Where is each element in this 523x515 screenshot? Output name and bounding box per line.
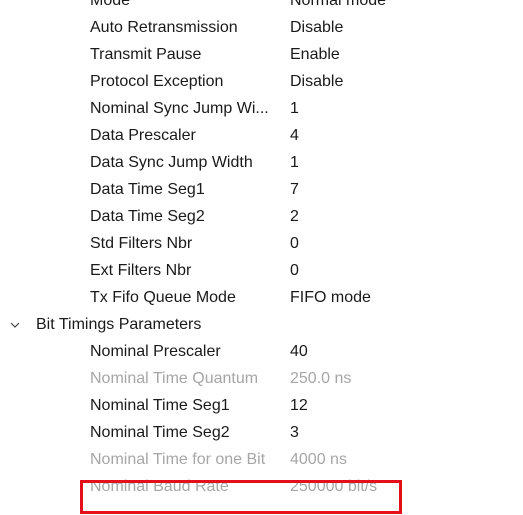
param-name: Data Time Seg1 xyxy=(90,181,205,198)
param-row-protocol-exception[interactable]: Protocol Exception Disable xyxy=(0,68,523,95)
param-name: Nominal Time Seg1 xyxy=(90,397,230,414)
param-row-std-filters-nbr[interactable]: Std Filters Nbr 0 xyxy=(0,230,523,257)
param-name: Std Filters Nbr xyxy=(90,235,193,252)
param-row-mode[interactable]: Mode Normal mode xyxy=(0,0,523,14)
param-name: Ext Filters Nbr xyxy=(90,262,192,279)
param-value[interactable]: FIFO mode xyxy=(290,284,371,311)
param-row-nominal-baud-rate: Nominal Baud Rate 250000 bit/s xyxy=(0,473,523,500)
param-value: 4000 ns xyxy=(290,451,347,468)
parameter-settings-panel: Mode Normal mode Auto Retransmission Dis… xyxy=(0,0,523,500)
param-name: Nominal Baud Rate xyxy=(90,478,229,495)
param-name: Auto Retransmission xyxy=(90,19,238,36)
param-value[interactable]: 40 xyxy=(290,338,308,365)
param-name: Transmit Pause xyxy=(90,46,202,63)
param-row-data-time-seg2[interactable]: Data Time Seg2 2 xyxy=(0,203,523,230)
param-row-auto-retransmission[interactable]: Auto Retransmission Disable xyxy=(0,14,523,41)
param-row-data-time-seg1[interactable]: Data Time Seg1 7 xyxy=(0,176,523,203)
param-value[interactable]: 7 xyxy=(290,176,299,203)
param-value[interactable]: 0 xyxy=(290,230,299,257)
param-name: Nominal Time Seg2 xyxy=(90,424,230,441)
param-value[interactable]: Disable xyxy=(290,14,343,41)
param-value[interactable]: 0 xyxy=(290,257,299,284)
param-name: Mode xyxy=(90,0,131,9)
param-name: Nominal Time for one Bit xyxy=(90,451,266,468)
param-value[interactable]: Normal mode xyxy=(290,0,386,14)
param-value[interactable]: 4 xyxy=(290,122,299,149)
param-row-nominal-time-quantum: Nominal Time Quantum 250.0 ns xyxy=(0,365,523,392)
param-name: Nominal Time Quantum xyxy=(90,370,259,387)
param-name: Nominal Sync Jump Wi... xyxy=(90,100,269,117)
param-name: Data Time Seg2 xyxy=(90,208,205,225)
param-row-transmit-pause[interactable]: Transmit Pause Enable xyxy=(0,41,523,68)
param-value[interactable]: Disable xyxy=(290,68,343,95)
param-value[interactable]: 1 xyxy=(290,95,299,122)
param-row-data-sync-jump-width[interactable]: Data Sync Jump Width 1 xyxy=(0,149,523,176)
bit-timings-section-header[interactable]: Bit Timings Parameters xyxy=(0,311,523,338)
param-name: Protocol Exception xyxy=(90,73,224,90)
param-name: Nominal Prescaler xyxy=(90,343,221,360)
param-value[interactable]: 3 xyxy=(290,419,299,446)
param-row-nominal-sync-jump-width[interactable]: Nominal Sync Jump Wi... 1 xyxy=(0,95,523,122)
param-row-data-prescaler[interactable]: Data Prescaler 4 xyxy=(0,122,523,149)
param-name: Data Prescaler xyxy=(90,127,196,144)
param-value: 250.0 ns xyxy=(290,370,352,387)
param-name: Tx Fifo Queue Mode xyxy=(90,289,236,306)
param-name: Data Sync Jump Width xyxy=(90,154,253,171)
param-value: 250000 bit/s xyxy=(290,478,378,495)
param-value[interactable]: 1 xyxy=(290,149,299,176)
param-row-nominal-time-seg2[interactable]: Nominal Time Seg2 3 xyxy=(0,419,523,446)
param-value[interactable]: Enable xyxy=(290,41,340,68)
chevron-down-icon[interactable] xyxy=(10,320,20,330)
param-row-nominal-prescaler[interactable]: Nominal Prescaler 40 xyxy=(0,338,523,365)
param-row-ext-filters-nbr[interactable]: Ext Filters Nbr 0 xyxy=(0,257,523,284)
param-row-nominal-time-seg1[interactable]: Nominal Time Seg1 12 xyxy=(0,392,523,419)
param-row-nominal-time-for-one-bit: Nominal Time for one Bit 4000 ns xyxy=(0,446,523,473)
param-row-tx-fifo-queue-mode[interactable]: Tx Fifo Queue Mode FIFO mode xyxy=(0,284,523,311)
section-label: Bit Timings Parameters xyxy=(36,316,202,333)
param-value[interactable]: 12 xyxy=(290,392,308,419)
param-value[interactable]: 2 xyxy=(290,203,299,230)
